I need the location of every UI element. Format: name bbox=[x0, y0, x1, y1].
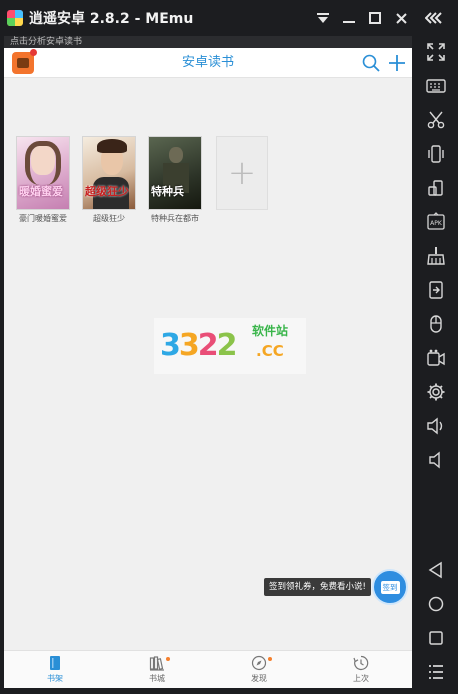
memu-logo-icon bbox=[7, 10, 23, 26]
notification-strip: 点击分析安卓读书 bbox=[4, 36, 412, 48]
signin-button[interactable]: 签到 bbox=[372, 569, 408, 605]
window-title: 逍遥安卓 2.8.2 - MEmu bbox=[29, 11, 194, 27]
app-header: 安卓读书 bbox=[4, 48, 412, 78]
book-cover[interactable]: 特种兵 bbox=[148, 136, 202, 210]
bookstore-icon bbox=[149, 656, 164, 671]
book-title: 特种兵在都市 bbox=[151, 214, 199, 223]
book-title: 超级狂少 bbox=[93, 214, 125, 223]
add-book-button[interactable]: + bbox=[216, 136, 268, 210]
minimize-icon[interactable] bbox=[336, 0, 362, 36]
volume-down-icon[interactable] bbox=[422, 446, 450, 474]
emulator-toolbar: APK bbox=[414, 36, 458, 694]
back-icon[interactable] bbox=[422, 556, 450, 584]
bookshelf: 暖婚蜜爱 豪门暖婚蜜爱 超级狂少 超级狂少 特种兵 特种兵在都市 + 3322 … bbox=[4, 78, 412, 650]
scissors-icon[interactable] bbox=[422, 106, 450, 134]
svg-text:APK: APK bbox=[430, 220, 443, 227]
new-badge bbox=[268, 657, 272, 661]
watermark-site-text: 软件站 bbox=[252, 324, 289, 338]
title-bar: 逍遥安卓 2.8.2 - MEmu bbox=[0, 0, 458, 36]
shake-icon[interactable] bbox=[422, 140, 450, 168]
mouse-icon[interactable] bbox=[422, 310, 450, 338]
fullscreen-icon[interactable] bbox=[422, 38, 450, 66]
signin-tooltip[interactable]: 签到领礼券，免费看小说! bbox=[264, 578, 371, 596]
nav-bookshelf[interactable]: 书架 bbox=[4, 651, 106, 688]
collapse-icon[interactable] bbox=[422, 6, 446, 30]
settings-icon[interactable] bbox=[422, 378, 450, 406]
clean-icon[interactable] bbox=[422, 242, 450, 270]
book-cover[interactable]: 暖婚蜜爱 bbox=[16, 136, 70, 210]
android-screen: 点击分析安卓读书 安卓读书 暖婚蜜爱 豪门暖婚蜜爱 超级狂少 超级狂少 特种兵 … bbox=[4, 36, 412, 688]
signin-label: 签到 bbox=[380, 580, 400, 594]
nav-discover[interactable]: 发现 bbox=[208, 651, 310, 688]
recent-apps-icon[interactable] bbox=[422, 624, 450, 652]
maximize-icon[interactable] bbox=[362, 0, 388, 36]
volume-up-icon[interactable] bbox=[422, 412, 450, 440]
bottom-nav: 书架 书城 发现 上次 bbox=[4, 650, 412, 688]
close-icon[interactable] bbox=[388, 0, 414, 36]
emulator-window: 逍遥安卓 2.8.2 - MEmu 点击分析安卓读书 安卓读书 暖婚蜜爱 豪门暖… bbox=[0, 0, 458, 694]
share-icon[interactable] bbox=[422, 276, 450, 304]
menu-icon[interactable] bbox=[422, 658, 450, 686]
new-badge bbox=[166, 657, 170, 661]
search-icon[interactable] bbox=[362, 54, 380, 72]
bookshelf-icon bbox=[50, 656, 60, 670]
watermark-cc-text: .CC bbox=[256, 342, 284, 360]
home-icon[interactable] bbox=[422, 590, 450, 618]
book-cover[interactable]: 超级狂少 bbox=[82, 136, 136, 210]
apk-icon[interactable]: APK bbox=[422, 208, 450, 236]
rotate-icon[interactable] bbox=[422, 174, 450, 202]
watermark-logo: 3322 软件站 .CC bbox=[154, 318, 306, 374]
nav-last-read[interactable]: 上次 bbox=[310, 651, 412, 688]
compass-icon bbox=[251, 655, 267, 671]
book-item[interactable]: 超级狂少 超级狂少 bbox=[82, 136, 136, 224]
keyboard-icon[interactable] bbox=[422, 72, 450, 100]
book-item[interactable]: 特种兵 特种兵在都市 bbox=[148, 136, 202, 224]
book-title: 豪门暖婚蜜爱 bbox=[19, 214, 67, 223]
book-item[interactable]: 暖婚蜜爱 豪门暖婚蜜爱 bbox=[16, 136, 70, 224]
add-icon[interactable] bbox=[387, 53, 407, 73]
watermark-number: 3322 bbox=[160, 328, 237, 363]
dropdown-icon[interactable] bbox=[310, 0, 336, 36]
app-title: 安卓读书 bbox=[181, 55, 234, 70]
window-controls bbox=[310, 0, 414, 36]
history-icon bbox=[353, 655, 369, 671]
record-icon[interactable] bbox=[422, 344, 450, 372]
nav-bookstore[interactable]: 书城 bbox=[106, 651, 208, 688]
